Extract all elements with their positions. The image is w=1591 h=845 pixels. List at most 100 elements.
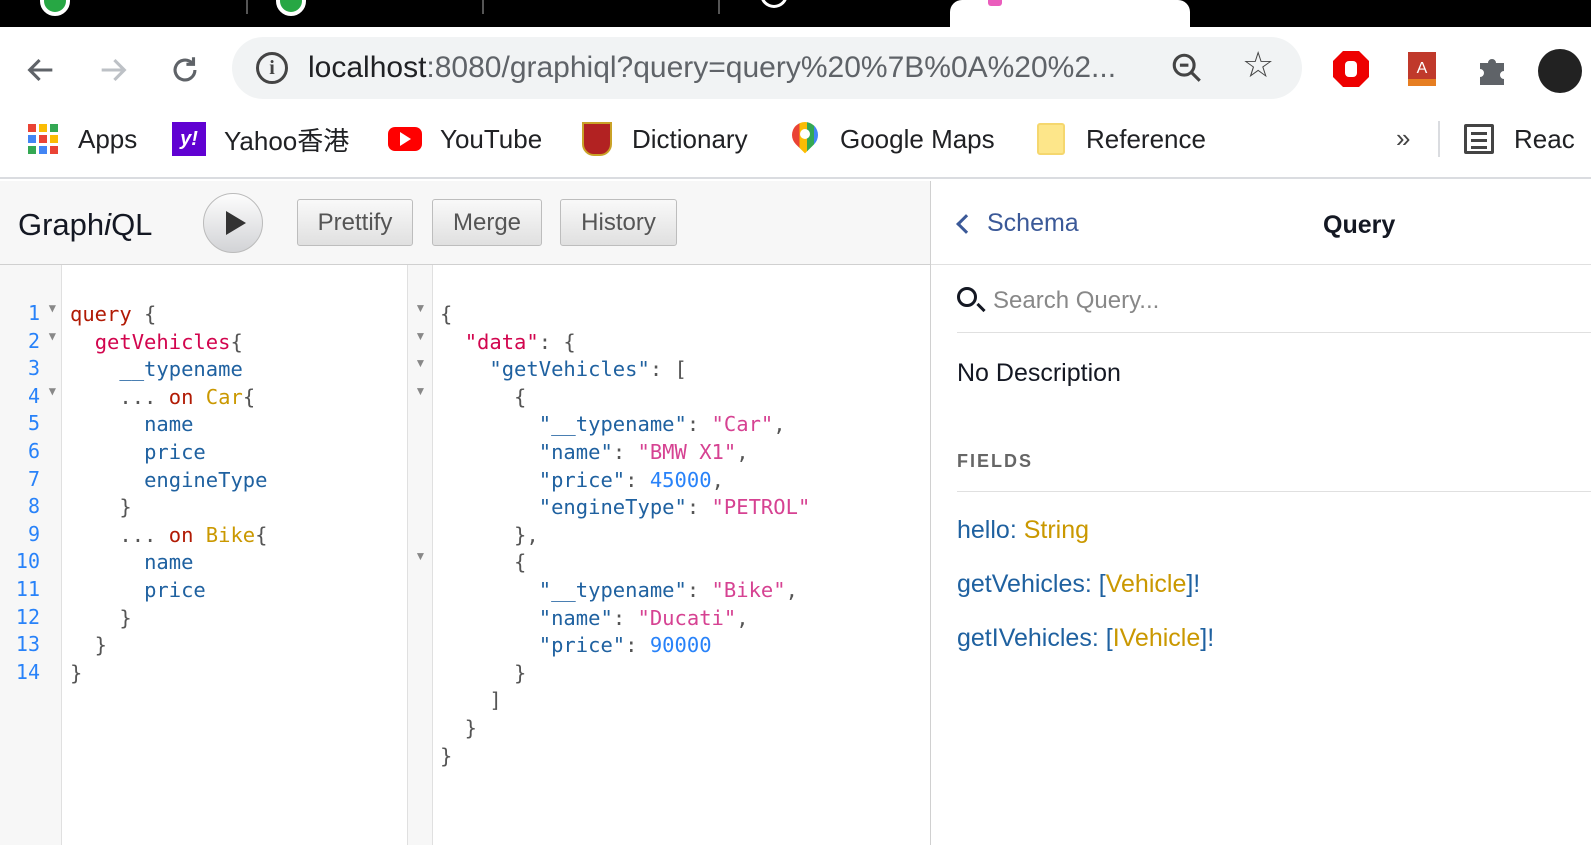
result-line: } xyxy=(440,743,453,768)
reading-list-button[interactable]: Reac xyxy=(1462,119,1575,159)
fold-arrow-icon[interactable]: ▼ xyxy=(408,301,433,329)
extensions-puzzle-icon[interactable] xyxy=(1472,49,1512,89)
line-number: 9 xyxy=(27,521,40,546)
doc-explorer-header: Schema Query xyxy=(931,181,1591,265)
adblock-extension-icon[interactable] xyxy=(1331,49,1371,89)
line-numbers: 1 ▼ 2 ▼ 3 4 ▼ 5 6 7 8 9 10 11 12 13 14 xyxy=(0,301,62,687)
line-number: 7 xyxy=(27,466,40,491)
result-line: } xyxy=(440,660,527,685)
schema-back-link[interactable]: Schema xyxy=(953,209,1079,238)
bookmark-star-icon[interactable]: ☆ xyxy=(1242,47,1274,83)
result-line: "getVehicles": [ xyxy=(489,357,687,382)
search-icon xyxy=(957,287,977,307)
forward-button[interactable] xyxy=(88,45,138,95)
bookmark-dictionary[interactable]: Dictionary xyxy=(580,119,748,159)
browser-toolbar: i localhost:8080/graphiql?query=query%20… xyxy=(0,27,1591,109)
query-line: } xyxy=(70,660,83,685)
profile-avatar[interactable] xyxy=(1538,49,1582,93)
result-line: } xyxy=(440,715,478,740)
field-name-link[interactable]: getVehicles xyxy=(957,570,1085,598)
bookmark-yahoo[interactable]: y! Yahoo香港 xyxy=(172,119,349,159)
result-line: { xyxy=(440,550,527,575)
bookmark-label: Yahoo香港 xyxy=(224,125,350,156)
browser-tab[interactable] xyxy=(720,0,950,27)
reading-list-label: Reac xyxy=(1514,123,1575,154)
query-line: name xyxy=(144,412,194,437)
line-number: 8 xyxy=(27,494,40,519)
bookmarks-divider xyxy=(1438,121,1440,157)
site-info-icon[interactable]: i xyxy=(256,52,288,84)
chevron-left-icon xyxy=(956,213,976,234)
history-button[interactable]: History xyxy=(560,199,677,246)
line-number: 10 xyxy=(15,549,40,574)
fields-divider xyxy=(957,491,1591,492)
fold-arrow-icon[interactable]: ▼ xyxy=(49,329,56,343)
fold-arrow-icon[interactable]: ▼ xyxy=(408,549,433,577)
line-number: 2 xyxy=(27,328,40,353)
result-line: "name": "BMW X1", xyxy=(538,439,749,464)
line-number: 13 xyxy=(15,632,40,657)
query-line: price xyxy=(144,439,206,464)
reload-icon xyxy=(173,57,197,82)
line-number: 12 xyxy=(15,604,40,629)
result-line: "name": "Ducati", xyxy=(538,605,749,630)
graphql-favicon-icon xyxy=(988,0,1002,6)
query-line: ... on Bike{ xyxy=(70,522,268,547)
back-button[interactable] xyxy=(16,45,66,95)
browser-tab-active[interactable] xyxy=(950,0,1190,27)
merge-button[interactable]: Merge xyxy=(432,199,542,246)
line-number: 6 xyxy=(27,438,40,463)
apps-grid-icon xyxy=(26,122,60,156)
play-icon xyxy=(225,211,246,235)
query-line: } xyxy=(70,495,132,520)
browser-tab[interactable] xyxy=(484,0,720,27)
prettify-button[interactable]: Prettify xyxy=(297,199,413,246)
zoom-icon[interactable] xyxy=(1170,51,1204,85)
field-type-link[interactable]: Vehicle xyxy=(1106,570,1187,598)
query-line: getVehicles{ xyxy=(94,329,243,354)
fold-arrow-icon[interactable]: ▼ xyxy=(408,329,433,357)
browser-tab-strip xyxy=(0,0,1591,27)
browser-tab[interactable] xyxy=(0,0,248,27)
bookmark-label: Google Maps xyxy=(840,123,995,154)
more-bookmarks-button[interactable]: » xyxy=(1396,123,1410,154)
result-line: ] xyxy=(440,688,502,713)
field-type-link[interactable]: String xyxy=(1024,516,1089,544)
bookmark-label: YouTube xyxy=(440,123,543,154)
address-bar[interactable]: i localhost:8080/graphiql?query=query%20… xyxy=(232,37,1302,99)
browser-tab[interactable] xyxy=(248,0,484,27)
documentation-explorer: Schema Query Search Query... No Descript… xyxy=(930,181,1591,845)
result-line: "price": 90000 xyxy=(538,633,712,658)
dictionary-icon xyxy=(580,122,614,156)
field-name-link[interactable]: getIVehicles xyxy=(957,624,1092,652)
query-editor[interactable]: 1 ▼ 2 ▼ 3 4 ▼ 5 6 7 8 9 10 11 12 13 14 quer… xyxy=(0,265,408,845)
query-line: __typename xyxy=(119,357,243,382)
bookmark-reference[interactable]: Reference xyxy=(1034,119,1206,159)
graphiql-topbar: GraphiQL Prettify Merge History xyxy=(0,181,930,265)
yahoo-icon: y! xyxy=(172,122,206,156)
fold-arrow-icon[interactable]: ▼ xyxy=(408,356,433,384)
tab-favicon-icon xyxy=(276,0,306,16)
result-viewer: ▼ ▼ ▼ ▼ ▼ { "data": { "getVehicles": [ {… xyxy=(408,265,930,845)
bookmark-label: Apps xyxy=(78,123,138,154)
search-input[interactable]: Search Query... xyxy=(993,287,1159,315)
url-text[interactable]: localhost:8080/graphiql?query=query%20%7… xyxy=(308,51,1116,85)
doc-search[interactable]: Search Query... xyxy=(957,265,1591,333)
result-line: "engineType": "PETROL" xyxy=(538,495,811,520)
fold-arrow-icon[interactable]: ▼ xyxy=(408,384,433,412)
bookmark-google-maps[interactable]: Google Maps xyxy=(786,116,995,159)
bookmark-youtube[interactable]: YouTube xyxy=(388,119,542,159)
svg-text:A: A xyxy=(1417,60,1428,77)
field-type-link[interactable]: IVehicle xyxy=(1113,624,1201,652)
fold-arrow-icon[interactable]: ▼ xyxy=(49,384,56,398)
pdf-extension-icon[interactable]: A xyxy=(1402,49,1442,89)
result-fold-markers: ▼ ▼ ▼ ▼ ▼ xyxy=(408,301,433,577)
reload-button[interactable] xyxy=(160,45,210,95)
query-code[interactable]: query { getVehicles{ __typename ... on C… xyxy=(70,301,268,687)
bookmark-apps[interactable]: Apps xyxy=(26,119,137,159)
field-getVehicles: getVehicles: [Vehicle]! xyxy=(957,570,1201,598)
fold-arrow-icon[interactable]: ▼ xyxy=(49,301,56,315)
field-name-link[interactable]: hello xyxy=(957,516,1010,544)
execute-query-button[interactable] xyxy=(203,193,263,253)
arrow-right-icon xyxy=(101,58,127,82)
